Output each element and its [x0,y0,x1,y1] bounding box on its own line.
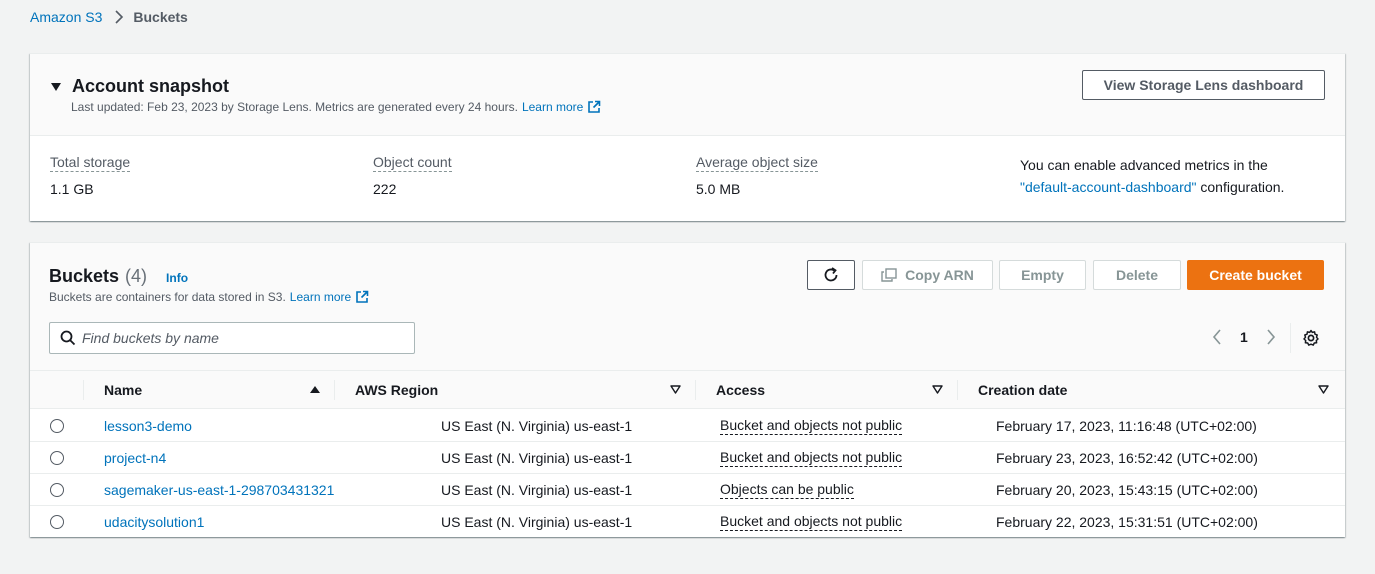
metric-value: 1.1 GB [50,181,94,197]
current-page[interactable]: 1 [1240,329,1248,345]
metric-value: 222 [373,181,397,197]
delete-button[interactable]: Delete [1093,260,1181,290]
bucket-creation-date: February 20, 2023, 15:43:15 (UTC+02:00) [996,482,1258,498]
metric-object-count: Object count 222 [373,154,452,197]
caret-down-icon [51,82,61,91]
buckets-title: Buckets [49,266,120,286]
table-header: Name AWS Region Access Creation date [30,371,1345,409]
table-row: lesson3-demo US East (N. Virginia) us-ea… [30,410,1345,442]
access-label[interactable]: Bucket and objects not public [720,417,903,435]
copy-arn-label: Copy ARN [905,267,974,283]
metric-label[interactable]: Object count [373,154,452,172]
access-label[interactable]: Objects can be public [720,481,854,499]
sort-caret-down-icon[interactable] [1318,385,1329,394]
create-bucket-button[interactable]: Create bucket [1187,260,1324,290]
search-field[interactable] [49,322,415,354]
bucket-creation-date: February 23, 2023, 16:52:42 (UTC+02:00) [996,450,1258,466]
breadcrumb-link-s3[interactable]: Amazon S3 [30,9,102,25]
column-label: Access [716,382,766,398]
bucket-region: US East (N. Virginia) us-east-1 [441,418,633,434]
account-snapshot-subtitle: Last updated: Feb 23, 2023 by Storage Le… [71,100,601,114]
bucket-access: Objects can be public [720,474,854,506]
bucket-creation-date: February 17, 2023, 11:16:48 (UTC+02:00) [996,418,1257,434]
metric-label[interactable]: Total storage [50,154,131,172]
buckets-count: (4) [125,266,148,286]
sort-caret-down-icon[interactable] [670,385,681,394]
next-page-icon[interactable] [1264,329,1278,345]
table-row: sagemaker-us-east-1-298703431321 US East… [30,474,1345,506]
bucket-region: US East (N. Virginia) us-east-1 [441,450,633,466]
default-account-dashboard-link[interactable]: "default-account-dashboard" [1020,179,1197,195]
advanced-metrics-note: You can enable advanced metrics in the "… [1020,154,1284,198]
metric-value: 5.0 MB [696,181,741,197]
column-header-region[interactable]: AWS Region [355,371,438,409]
info-link[interactable]: Info [166,271,188,285]
empty-button[interactable]: Empty [999,260,1086,290]
column-label: Creation date [978,382,1068,398]
snapshot-learn-more-link[interactable]: Learn more [522,100,583,114]
note-suffix: configuration. [1200,179,1285,195]
access-label[interactable]: Bucket and objects not public [720,513,903,531]
buckets-header: Buckets (4) Info Buckets are containers … [30,243,1345,371]
bucket-name-link[interactable]: sagemaker-us-east-1-298703431321 [104,474,334,506]
buckets-title-row: Buckets (4) Info [49,266,188,287]
copy-icon [881,268,897,282]
chevron-right-icon [114,10,124,24]
account-snapshot-title: Account snapshot [72,76,230,96]
table-row: udacitysolution1 US East (N. Virginia) u… [30,506,1345,538]
refresh-icon [822,266,840,284]
table-row: project-n4 US East (N. Virginia) us-east… [30,442,1345,474]
bucket-name-link[interactable]: lesson3-demo [104,410,192,442]
bucket-access: Bucket and objects not public [720,410,903,442]
buckets-learn-more-link[interactable]: Learn more [290,290,351,304]
account-snapshot-toggle[interactable]: Account snapshot [51,76,229,97]
column-label: Name [104,382,143,398]
bucket-region: US East (N. Virginia) us-east-1 [441,482,633,498]
copy-arn-button[interactable]: Copy ARN [862,260,993,290]
breadcrumb: Amazon S3 Buckets [30,8,188,26]
search-input[interactable] [82,330,402,346]
bucket-access: Bucket and objects not public [720,442,903,474]
column-separator [334,380,335,400]
gear-icon[interactable] [1302,329,1320,347]
buckets-subtitle: Buckets are containers for data stored i… [49,290,369,304]
row-select-radio[interactable] [50,515,64,529]
column-separator [957,380,958,400]
column-header-access[interactable]: Access [716,371,765,409]
bucket-region: US East (N. Virginia) us-east-1 [441,514,633,530]
divider [1290,323,1291,353]
buckets-subtitle-text: Buckets are containers for data stored i… [49,290,286,304]
metric-label[interactable]: Average object size [696,154,818,172]
column-label: AWS Region [355,382,439,398]
buckets-panel: Buckets (4) Info Buckets are containers … [30,242,1345,537]
row-select-radio[interactable] [50,419,64,433]
metric-total-storage: Total storage 1.1 GB [50,154,131,197]
bucket-name-link[interactable]: project-n4 [104,442,166,474]
bucket-access: Bucket and objects not public [720,506,903,538]
breadcrumb-current: Buckets [133,9,188,25]
pagination: 1 [1210,329,1278,345]
column-header-creation-date[interactable]: Creation date [978,371,1067,409]
sort-ascending-icon[interactable] [310,386,320,393]
column-separator [83,380,84,400]
previous-page-icon[interactable] [1210,329,1224,345]
refresh-button[interactable] [807,260,855,290]
sort-caret-down-icon[interactable] [932,385,943,394]
row-select-radio[interactable] [50,451,64,465]
external-link-icon[interactable] [355,290,369,304]
snapshot-subtitle-text: Last updated: Feb 23, 2023 by Storage Le… [71,100,518,114]
column-separator [695,380,696,400]
external-link-icon[interactable] [587,100,601,114]
note-text: You can enable advanced metrics in the [1020,157,1268,173]
account-snapshot-panel: Account snapshot Last updated: Feb 23, 2… [30,53,1345,221]
column-header-name[interactable]: Name [104,371,142,409]
access-label[interactable]: Bucket and objects not public [720,449,903,467]
view-storage-lens-button[interactable]: View Storage Lens dashboard [1082,70,1325,100]
metric-average-object-size: Average object size 5.0 MB [696,154,818,197]
bucket-name-link[interactable]: udacitysolution1 [104,506,204,538]
search-icon [60,330,76,346]
bucket-creation-date: February 22, 2023, 15:31:51 (UTC+02:00) [996,514,1258,530]
account-snapshot-header: Account snapshot Last updated: Feb 23, 2… [30,54,1345,136]
row-select-radio[interactable] [50,483,64,497]
